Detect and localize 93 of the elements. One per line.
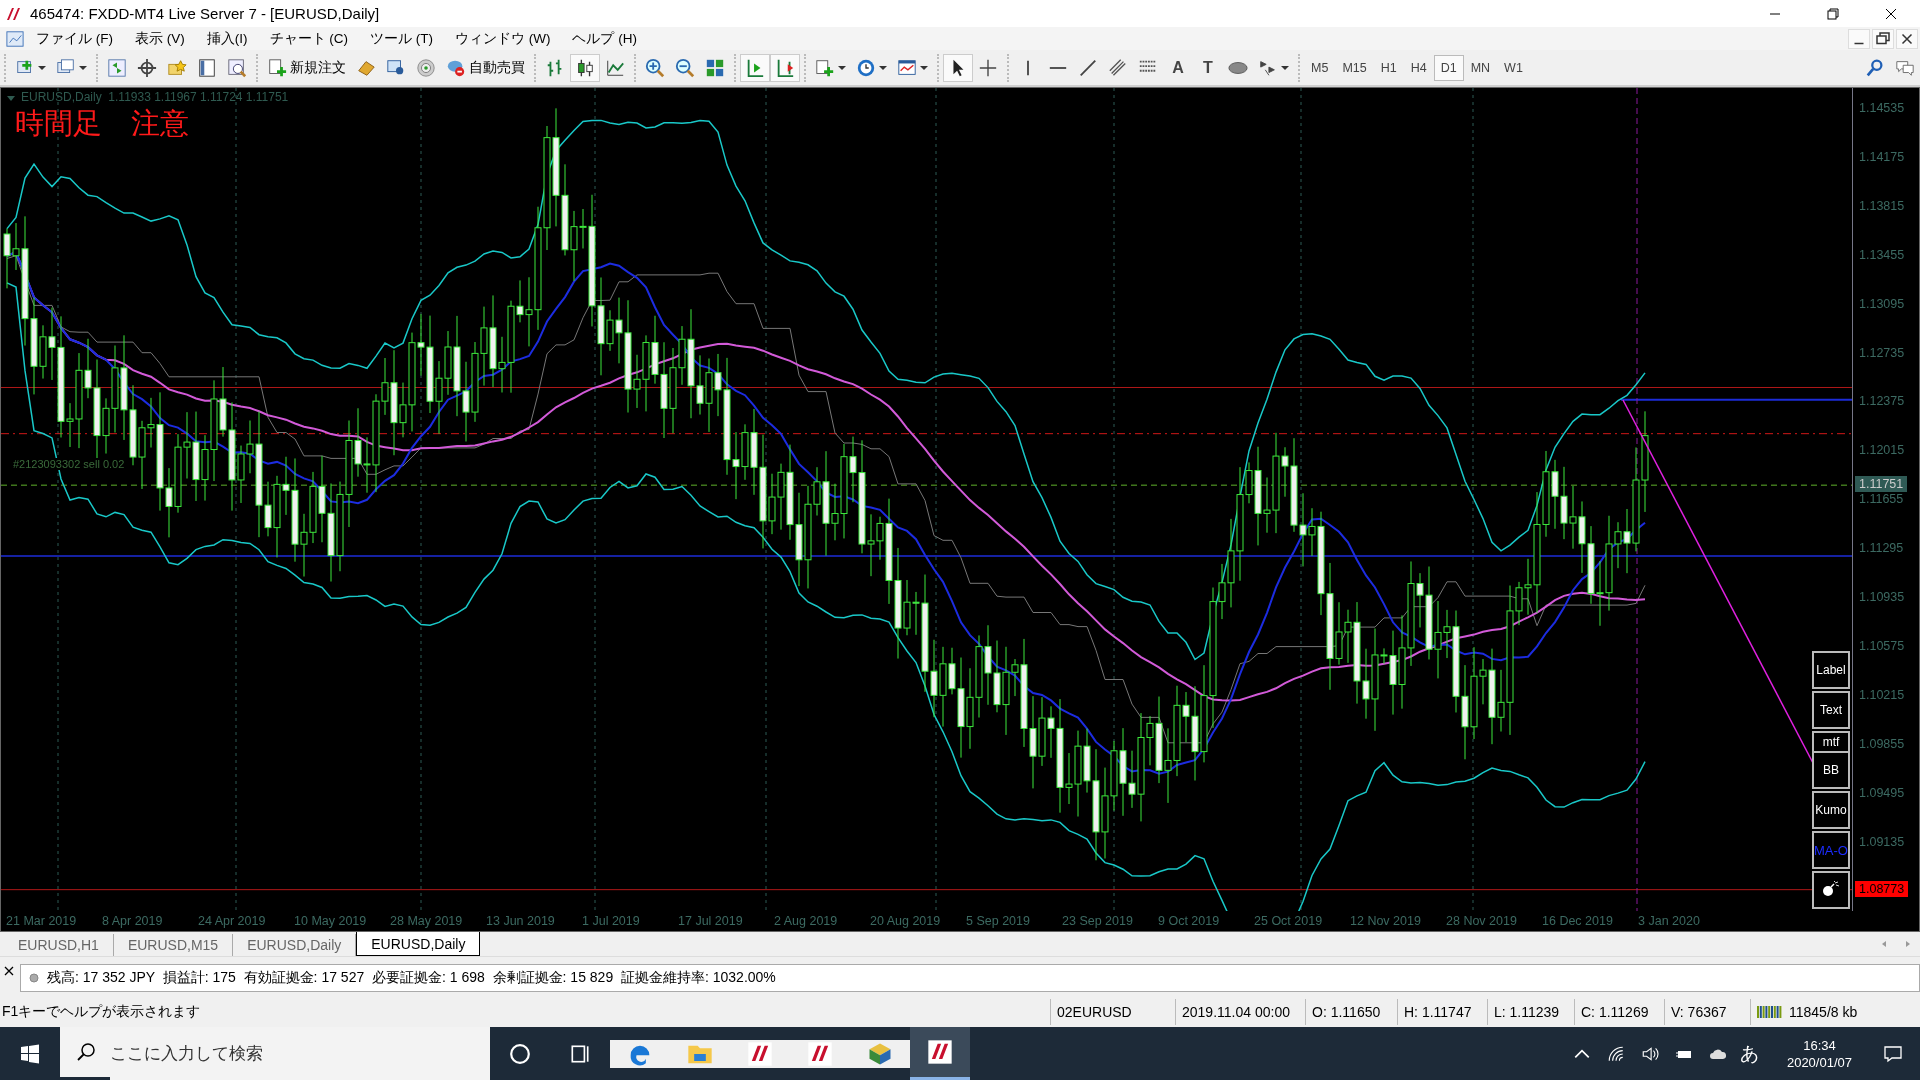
timeframe-button[interactable]: M15 [1335,54,1374,81]
price-axis-label: 1.10935 [1859,589,1905,607]
date-axis-label: 1 Jul 2019 [581,914,641,929]
status-dot-icon [29,972,39,983]
chart-note: 時間足 注意 [15,106,189,142]
order-line-label: #2123093302 sell 0.02 [13,458,125,471]
candle-chart-type-icon[interactable] [570,53,600,82]
search-field[interactable]: ここに入力して検索 [110,1027,490,1080]
timeframe-button[interactable]: H4 [1403,54,1434,81]
date-axis-label: 21 Mar 2019 [5,914,78,929]
ime-indicator[interactable]: あ [1739,1040,1759,1067]
price-axis-label: 1.12735 [1859,344,1905,362]
date-axis-label: 5 Sep 2019 [965,914,1031,929]
panel-button[interactable]: Kumo [1812,791,1850,830]
date-axis-label: 3 Jan 2020 [1637,914,1701,929]
bomb-button[interactable] [1812,871,1850,910]
price-axis-label: 1.09135 [1859,833,1905,851]
price-axis-label: 1.10575 [1859,637,1905,655]
price-axis-label: 1.13455 [1859,246,1905,264]
auto-trading-button[interactable]: 自動売買 [441,53,530,82]
timeframe-button[interactable]: MN [1463,54,1498,81]
current-price-label: 1.11751 [1855,476,1908,493]
price-axis-label: 1.14535 [1859,100,1905,118]
date-axis-label: 28 May 2019 [389,914,464,929]
status-cell: 02EURUSD [1050,999,1175,1026]
date-axis-label: 25 Oct 2019 [1253,914,1324,929]
price-axis-label: 1.09855 [1859,735,1905,753]
date-axis-label: 13 Jun 2019 [485,914,556,929]
panel-button[interactable]: mtf [1812,731,1850,752]
menu-item[interactable]: ヘルプ (H) [572,29,637,48]
status-cell: 2019.11.04 00:00 [1175,999,1305,1026]
label-tool[interactable]: T [1193,53,1223,82]
app-logo-icon [6,6,22,21]
date-axis-label: 16 Dec 2019 [1541,914,1614,929]
window-title: 465474: FXDD-MT4 Live Server 7 - [EURUSD,Daily] [30,5,380,23]
menu-item[interactable]: ファイル (F) [36,29,113,48]
date-axis-label: 20 Aug 2019 [869,914,942,929]
price-axis-label: 1.13095 [1859,295,1905,313]
date-axis-label: 28 Nov 2019 [1445,914,1518,929]
date-axis-label: 17 Jul 2019 [677,914,744,929]
panel-button[interactable]: BB [1812,751,1850,790]
chart-window-icon[interactable] [6,29,24,48]
date-axis-label: 23 Sep 2019 [1061,914,1134,929]
menu-item[interactable]: チャート (C) [269,29,348,48]
panel-button[interactable]: Text [1812,691,1850,730]
timeframe-button[interactable]: H1 [1373,54,1404,81]
price-axis-label: 1.11655 [1859,491,1904,509]
new-order-button[interactable]: 新規注文 [262,53,351,82]
restore-icon[interactable] [1872,28,1894,49]
text-tool[interactable]: A [1163,53,1193,82]
account-summary: 残高: 17 352 JPY 損益計: 175 有効証拠金: 17 527 必要証拠金: 1 698 余剰証拠金: 15 829 証拠金維持率: 1032.00% [47,968,776,987]
date-axis-label: 24 Apr 2019 [197,914,267,929]
price-axis-label: 1.14175 [1859,149,1905,167]
timeframe-button[interactable]: D1 [1433,54,1464,81]
date-axis-label: 8 Apr 2019 [101,914,164,929]
menu-item[interactable]: 挿入(I) [206,29,248,48]
timeframe-button[interactable]: W1 [1497,54,1530,81]
status-help-text: F1キーでヘルプが表示されます [1,1003,202,1022]
clock[interactable]: 16:34 2020/01/07 [1786,1037,1852,1070]
status-cell: O: 1.11650 [1305,999,1397,1026]
doc-plus-icon [267,57,287,78]
connection-bars-icon [1757,1005,1783,1020]
menu-item[interactable]: 表示 (V) [135,29,185,48]
line-price-label: 1.08773 [1855,881,1909,898]
menu-item[interactable]: ウィンドウ (W) [455,29,551,48]
cube-icon[interactable] [850,1039,910,1068]
price-axis-label: 1.10215 [1859,686,1905,704]
menu-item[interactable]: ツール (T) [370,29,433,48]
date-axis-label: 9 Oct 2019 [1157,914,1221,929]
shift-end-icon[interactable] [770,53,800,82]
timeframe-button[interactable]: M5 [1304,54,1336,81]
date-axis-label: 2 Aug 2019 [773,914,839,929]
collapse-triangle-icon[interactable] [7,94,15,103]
panel-button[interactable]: Label [1812,651,1850,690]
status-cell: C: 1.11269 [1574,999,1664,1026]
date-axis-label: 12 Nov 2019 [1349,914,1422,929]
close-icon[interactable] [4,965,14,976]
price-axis-label: 1.12015 [1859,442,1905,460]
status-cell: H: 1.11747 [1397,999,1487,1026]
price-axis-label: 1.11295 [1859,540,1904,558]
price-axis-label: 1.09495 [1859,784,1905,802]
cursor-icon[interactable] [943,53,973,82]
price-axis-label: 1.13815 [1859,197,1905,215]
status-cell: L: 1.11239 [1487,999,1574,1026]
price-axis-label: 1.12375 [1859,393,1905,411]
browser-icon[interactable] [610,1039,670,1068]
traffic-text: 11845/8 kb [1789,1003,1858,1023]
chart-symbol-info: EURUSD,Daily 1.11933 1.11967 1.11724 1.11751 [21,90,289,105]
scroll-right-icon[interactable] [740,53,770,82]
chart-tab[interactable]: EURUSD,Daily [356,932,481,957]
date-axis-label: 10 May 2019 [293,914,368,929]
bomb-icon [1821,880,1841,897]
status-cell: V: 76367 [1664,999,1750,1026]
